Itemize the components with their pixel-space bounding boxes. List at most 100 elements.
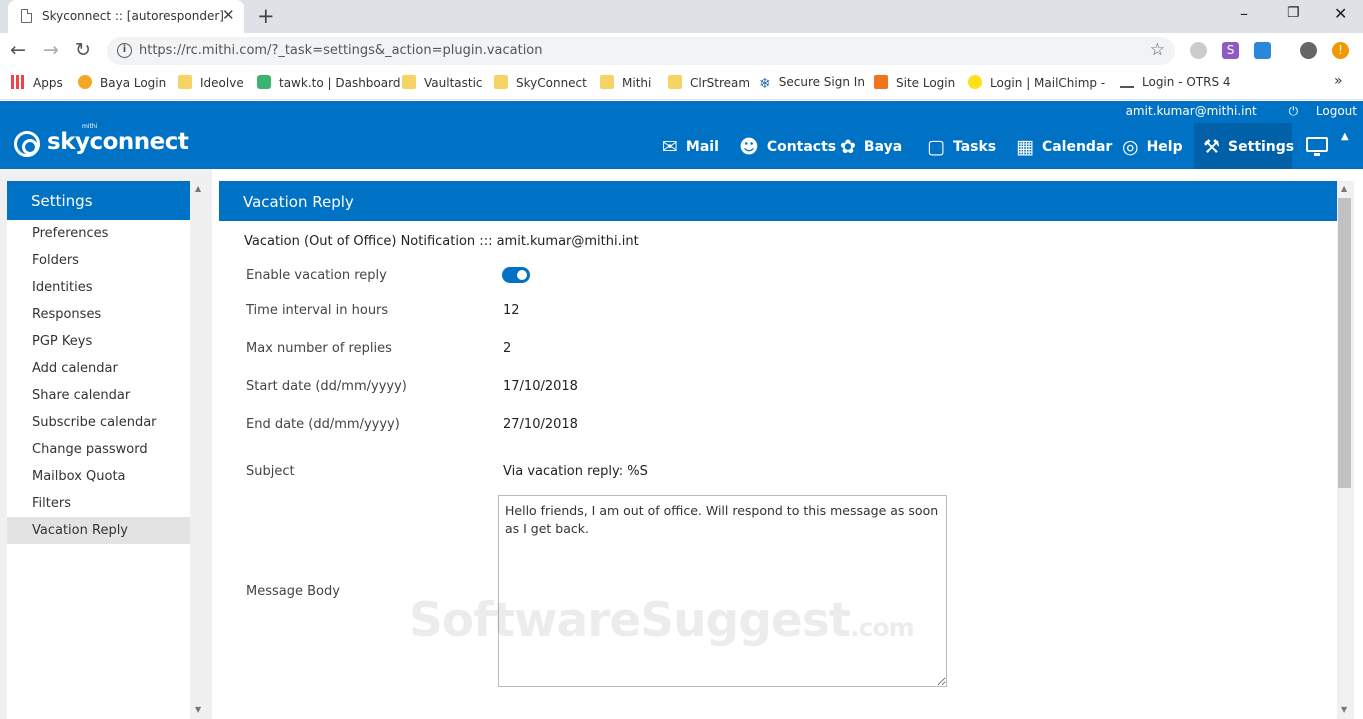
- scroll-up-icon[interactable]: ▲: [195, 184, 201, 193]
- bookmark-apps[interactable]: Apps: [11, 75, 63, 90]
- sidebar-item-pgp-keys[interactable]: PGP Keys: [7, 328, 190, 355]
- profile-icon[interactable]: [1300, 42, 1317, 59]
- power-icon: ⏻: [1288, 104, 1299, 118]
- bookmark-vaultastic[interactable]: Vaultastic: [402, 75, 483, 90]
- bird-icon: [78, 75, 92, 89]
- sidebar-item-add-calendar[interactable]: Add calendar: [7, 355, 190, 382]
- sidebar-scrollbar[interactable]: ▲ ▼: [192, 181, 206, 719]
- address-bar[interactable]: i https://rc.mithi.com/?_task=settings&_…: [107, 37, 1175, 65]
- sidebar-item-change-password[interactable]: Change password: [7, 436, 190, 463]
- start-date-field[interactable]: 17/10/2018: [503, 379, 578, 394]
- bookmarks-overflow-icon[interactable]: »: [1334, 73, 1343, 89]
- folder-icon: [402, 75, 416, 89]
- bookmark-star-icon[interactable]: ☆: [1150, 40, 1165, 60]
- extension-s-icon[interactable]: S: [1222, 42, 1239, 59]
- sidebar-item-vacation-reply[interactable]: Vacation Reply: [7, 517, 190, 544]
- tab-title: Skyconnect :: [autoresponder]: [42, 9, 224, 23]
- nav-settings[interactable]: ⚒ Settings: [1194, 123, 1294, 169]
- nav-baya[interactable]: ✿ Baya: [840, 123, 902, 169]
- mailchimp-icon: [968, 75, 982, 89]
- help-icon: ◎: [1122, 136, 1139, 158]
- message-body-label: Message Body: [246, 584, 340, 599]
- sidebar-item-share-calendar[interactable]: Share calendar: [7, 382, 190, 409]
- bookmark-ideolve[interactable]: Ideolve: [178, 75, 244, 90]
- tasks-icon: ▢: [927, 136, 945, 158]
- watermark: SoftwareSuggest.com: [409, 593, 915, 648]
- sidebar-item-identities[interactable]: Identities: [7, 274, 190, 301]
- device-view-button[interactable]: ▲: [1292, 123, 1363, 169]
- enable-label: Enable vacation reply: [246, 268, 387, 283]
- sidebar-item-folders[interactable]: Folders: [7, 247, 190, 274]
- close-window-icon[interactable]: ✕: [1334, 4, 1347, 23]
- wrench-icon: ⚒: [1203, 136, 1221, 158]
- browser-tab-strip: Skyconnect :: [autoresponder] ✕ + – ❐ ✕: [0, 0, 1363, 33]
- page-icon: [21, 9, 32, 23]
- bookmark-site-login[interactable]: Site Login: [874, 75, 955, 90]
- toggle-knob: [517, 270, 527, 280]
- user-bar: amit.kumar@mithi.int ⏻ Logout: [1112, 104, 1357, 119]
- bookmark-clrstream[interactable]: ClrStream: [668, 75, 750, 90]
- user-email: amit.kumar@mithi.int: [1125, 104, 1257, 118]
- message-body-textarea[interactable]: [498, 495, 947, 687]
- sidebar-item-mailbox-quota[interactable]: Mailbox Quota: [7, 463, 190, 490]
- scroll-up-icon[interactable]: ▲: [1341, 184, 1347, 193]
- interval-field[interactable]: 12: [503, 303, 520, 318]
- app-header: amit.kumar@mithi.int ⏻ Logout mithi skyc…: [0, 101, 1363, 169]
- calendar-icon: ▦: [1016, 136, 1034, 158]
- scrollbar-thumb[interactable]: [1338, 198, 1351, 488]
- folder-icon: [668, 75, 682, 89]
- end-date-field[interactable]: 27/10/2018: [503, 417, 578, 432]
- sidebar-item-preferences[interactable]: Preferences: [7, 220, 190, 247]
- bookmark-skyconnect[interactable]: SkyConnect: [494, 75, 587, 90]
- sidebar-item-responses[interactable]: Responses: [7, 301, 190, 328]
- sidebar-item-filters[interactable]: Filters: [7, 490, 190, 517]
- subject-field[interactable]: Via vacation reply: %S: [503, 464, 648, 479]
- back-icon[interactable]: ←: [10, 39, 26, 61]
- bookmark-mailchimp[interactable]: Login | MailChimp -: [968, 75, 1105, 90]
- close-tab-icon[interactable]: ✕: [222, 6, 235, 24]
- restore-icon[interactable]: ❐: [1287, 5, 1300, 21]
- end-date-label: End date (dd/mm/yyyy): [246, 417, 400, 432]
- logo-mark-icon: [14, 131, 40, 157]
- apps-grid-icon: [11, 75, 25, 89]
- snowflake-icon: ❄: [759, 76, 771, 92]
- extension-blue-icon[interactable]: [1254, 42, 1271, 59]
- info-icon[interactable]: i: [117, 43, 132, 58]
- sidebar-item-subscribe-calendar[interactable]: Subscribe calendar: [7, 409, 190, 436]
- folder-icon: [178, 75, 192, 89]
- bookmark-secure-sign-in[interactable]: ❄ Secure Sign In: [759, 75, 865, 92]
- interval-label: Time interval in hours: [246, 303, 389, 318]
- new-tab-button[interactable]: +: [257, 4, 275, 28]
- sidebar-title: Settings: [7, 181, 190, 220]
- extension-circle-icon[interactable]: [1190, 42, 1207, 59]
- minimize-icon[interactable]: –: [1240, 4, 1248, 23]
- update-alert-icon[interactable]: !: [1332, 42, 1349, 59]
- scroll-down-icon[interactable]: ▼: [195, 705, 201, 714]
- folder-icon: [600, 75, 614, 89]
- bookmark-mithi[interactable]: Mithi: [600, 75, 651, 90]
- bookmark-tawk[interactable]: tawk.to | Dashboard: [257, 75, 400, 90]
- max-replies-field[interactable]: 2: [503, 341, 511, 356]
- main-scrollbar[interactable]: ▲ ▼: [1337, 181, 1354, 719]
- max-replies-label: Max number of replies: [246, 341, 392, 356]
- nav-tasks[interactable]: ▢ Tasks: [927, 123, 996, 169]
- nav-contacts[interactable]: ☻ Contacts: [739, 123, 836, 169]
- browser-tab[interactable]: Skyconnect :: [autoresponder] ✕: [8, 0, 244, 33]
- left-pane: Settings Preferences Folders Identities …: [0, 169, 212, 719]
- logout-link[interactable]: ⏻ Logout: [1275, 104, 1357, 118]
- scroll-down-icon[interactable]: ▼: [1341, 705, 1347, 714]
- folder-icon: [494, 75, 508, 89]
- logo-text: skyconnect: [47, 129, 189, 155]
- browser-toolbar: ← → ↻ i https://rc.mithi.com/?_task=sett…: [0, 33, 1363, 69]
- monitor-icon: [1306, 137, 1328, 156]
- nav-calendar[interactable]: ▦ Calendar: [1016, 123, 1112, 169]
- bird-icon: ✿: [840, 136, 856, 158]
- forward-icon[interactable]: →: [43, 39, 59, 61]
- bookmark-otrs[interactable]: Login - OTRS 4: [1120, 75, 1231, 89]
- url-text[interactable]: https://rc.mithi.com/?_task=settings&_ac…: [139, 43, 543, 58]
- bookmark-baya-login[interactable]: Baya Login: [78, 75, 166, 90]
- enable-vacation-toggle[interactable]: [502, 267, 530, 283]
- reload-icon[interactable]: ↻: [75, 39, 91, 61]
- nav-mail[interactable]: ✉ Mail: [662, 123, 719, 169]
- nav-help[interactable]: ◎ Help: [1122, 123, 1183, 169]
